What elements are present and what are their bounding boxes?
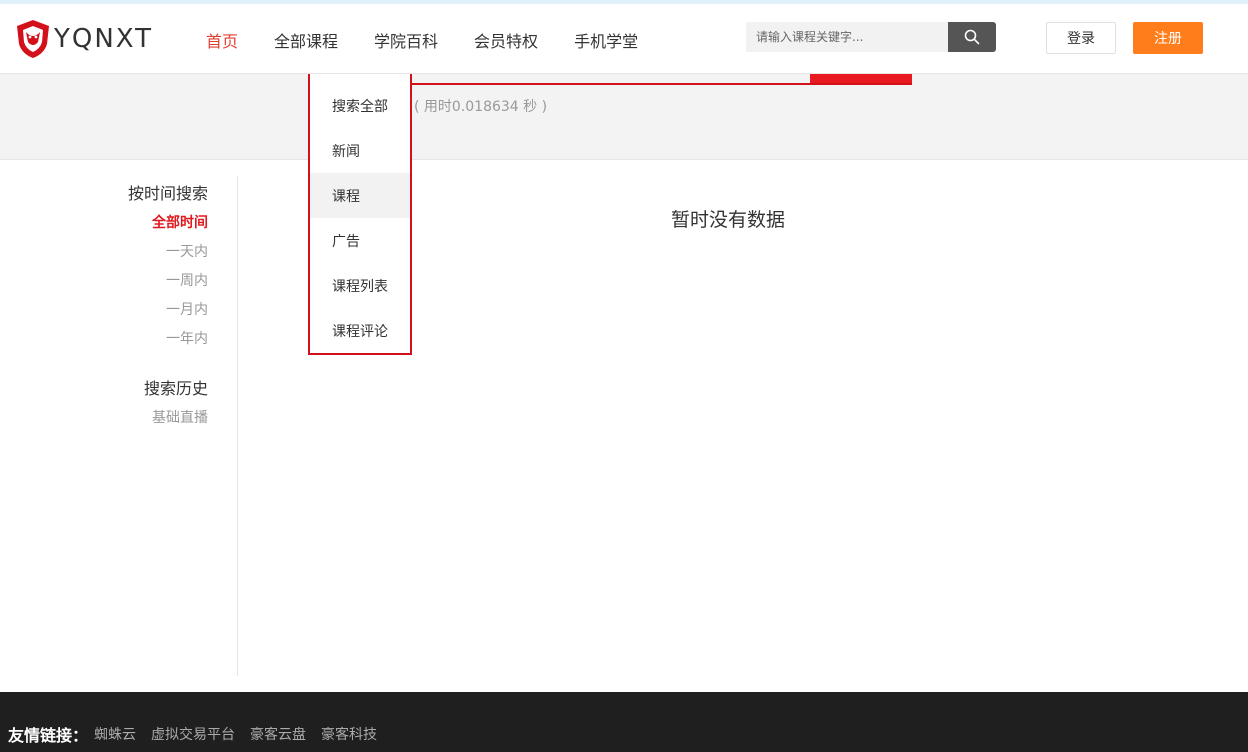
header-search bbox=[746, 22, 996, 52]
dropdown-item-course-reviews[interactable]: 课程评论 bbox=[310, 308, 410, 353]
dropdown-item-courses[interactable]: 课程 bbox=[310, 173, 410, 218]
search-button[interactable] bbox=[948, 22, 996, 52]
site-footer: 友情链接： 蜘蛛云 虚拟交易平台 豪客云盘 豪客科技 bbox=[0, 692, 1248, 752]
filter-sidebar: 按时间搜索 全部时间 一天内 一周内 一月内 一年内 搜索历史 基础直播 bbox=[0, 176, 238, 676]
filter-one-year[interactable]: 一年内 bbox=[166, 328, 208, 348]
filter-all-time[interactable]: 全部时间 bbox=[152, 212, 208, 232]
dropdown-item-search-all[interactable]: 搜索全部 bbox=[310, 83, 410, 128]
login-button[interactable]: 登录 bbox=[1046, 22, 1116, 54]
footer-link[interactable]: 虚拟交易平台 bbox=[151, 724, 235, 744]
dropdown-item-ads[interactable]: 广告 bbox=[310, 218, 410, 263]
register-button[interactable]: 注册 bbox=[1133, 22, 1203, 54]
search-icon bbox=[964, 29, 980, 45]
search-result-banner: ( 用时0.018634 秒 ) bbox=[0, 74, 1248, 160]
time-filter-title: 按时间搜索 bbox=[127, 184, 208, 203]
filter-one-week[interactable]: 一周内 bbox=[166, 270, 208, 290]
site-logo[interactable]: YQNXT bbox=[14, 17, 153, 61]
footer-link[interactable]: 蜘蛛云 bbox=[94, 724, 136, 744]
site-header: YQNXT 首页 全部课程 学院百科 会员特权 手机学堂 登录 注册 bbox=[0, 4, 1248, 74]
nav-home[interactable]: 首页 bbox=[206, 28, 238, 52]
brand-name: YQNXT bbox=[54, 24, 154, 54]
nav-academy-wiki[interactable]: 学院百科 bbox=[374, 28, 438, 52]
nav-all-courses[interactable]: 全部课程 bbox=[274, 28, 338, 52]
friend-links-title: 友情链接： bbox=[8, 726, 89, 745]
bull-shield-icon bbox=[17, 20, 49, 58]
friend-links: 友情链接： 蜘蛛云 虚拟交易平台 豪客云盘 豪客科技 bbox=[8, 722, 392, 746]
footer-link[interactable]: 豪客科技 bbox=[321, 724, 377, 744]
history-item[interactable]: 基础直播 bbox=[152, 407, 208, 427]
dropdown-item-news[interactable]: 新闻 bbox=[310, 128, 410, 173]
dropdown-item-course-list[interactable]: 课程列表 bbox=[310, 263, 410, 308]
nav-mobile-school[interactable]: 手机学堂 bbox=[574, 28, 638, 52]
empty-state-message: 暂时没有数据 bbox=[671, 209, 786, 231]
search-type-dropdown: 搜索全部 新闻 课程 广告 课程列表 课程评论 bbox=[308, 74, 412, 355]
search-input-border bbox=[410, 83, 912, 85]
search-timing: ( 用时0.018634 秒 ) bbox=[414, 99, 548, 115]
filter-one-month[interactable]: 一月内 bbox=[166, 299, 208, 319]
main-nav: 首页 全部课程 学院百科 会员特权 手机学堂 bbox=[206, 28, 674, 52]
course-search-input[interactable] bbox=[746, 22, 948, 52]
nav-member-privileges[interactable]: 会员特权 bbox=[474, 28, 538, 52]
search-history-title: 搜索历史 bbox=[143, 379, 208, 398]
filter-one-day[interactable]: 一天内 bbox=[166, 241, 208, 261]
footer-link[interactable]: 豪客云盘 bbox=[250, 724, 306, 744]
